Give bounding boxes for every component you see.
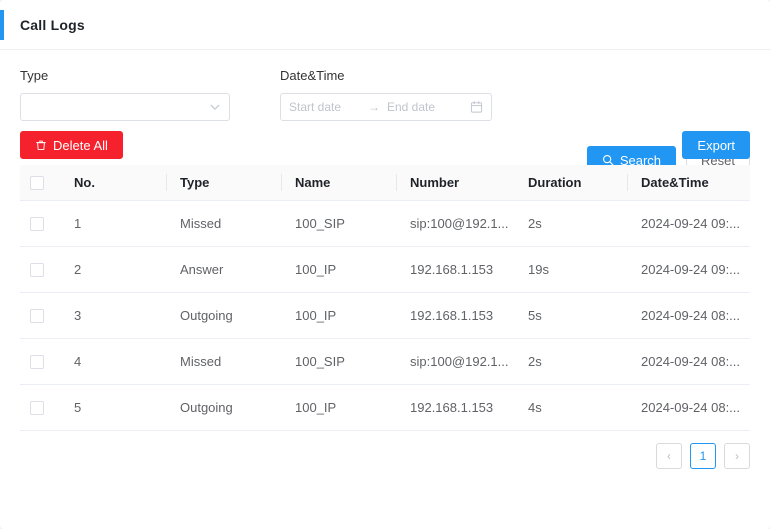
start-date-input[interactable] (289, 100, 361, 114)
page-header: Call Logs (0, 0, 770, 50)
pagination-page-1[interactable]: 1 (690, 442, 716, 469)
column-header-name[interactable]: Name (281, 165, 396, 201)
select-all-header (20, 165, 60, 201)
cell-no: 3 (60, 292, 166, 339)
delete-all-button-label: Delete All (53, 137, 108, 153)
cell-duration: 2s (514, 338, 627, 385)
column-header-duration[interactable]: Duration (514, 165, 627, 201)
cell-date-time: 2024-09-24 09:... (627, 200, 750, 247)
delete-all-button[interactable]: Delete All (20, 131, 123, 159)
cell-duration: 5s (514, 292, 627, 339)
table-header-row: No. Type Name Number Duration Date&Time (20, 165, 750, 201)
table-body: 1 Missed 100_SIP sip:100@192.1... 2s 202… (20, 200, 750, 431)
cell-number: 192.168.1.153 (396, 246, 514, 293)
table-row[interactable]: 1 Missed 100_SIP sip:100@192.1... 2s 202… (20, 200, 750, 247)
datetime-label: Date&Time (280, 68, 345, 83)
call-logs-page: Call Logs Type Date&Time → (0, 0, 770, 529)
row-checkbox-cell (20, 338, 60, 385)
cell-duration: 4s (514, 384, 627, 431)
select-all-checkbox[interactable] (30, 176, 44, 191)
call-logs-table-wrap: No. Type Name Number Duration Date&Time … (20, 165, 750, 431)
end-date-input[interactable] (387, 100, 459, 114)
row-checkbox[interactable] (30, 308, 44, 323)
column-header-type[interactable]: Type (166, 165, 281, 201)
cell-type: Outgoing (166, 292, 281, 339)
row-checkbox[interactable] (30, 262, 44, 277)
export-button[interactable]: Export (682, 131, 750, 159)
cell-date-time: 2024-09-24 08:... (627, 292, 750, 339)
header-accent-bar (0, 10, 4, 40)
cell-duration: 19s (514, 246, 627, 293)
cell-name: 100_SIP (281, 200, 396, 247)
cell-name: 100_IP (281, 246, 396, 293)
cell-name: 100_SIP (281, 338, 396, 385)
cell-number: sip:100@192.1... (396, 338, 514, 385)
cell-number: sip:100@192.1... (396, 200, 514, 247)
cell-name: 100_IP (281, 292, 396, 339)
cell-no: 2 (60, 246, 166, 293)
page-title: Call Logs (20, 16, 85, 33)
cell-type: Missed (166, 338, 281, 385)
row-checkbox-cell (20, 384, 60, 431)
row-checkbox-cell (20, 246, 60, 293)
column-header-no[interactable]: No. (60, 165, 166, 201)
table-head: No. Type Name Number Duration Date&Time (20, 165, 750, 201)
cell-duration: 2s (514, 200, 627, 247)
cell-name: 100_IP (281, 384, 396, 431)
cell-type: Missed (166, 200, 281, 247)
pagination-prev-button[interactable]: ‹ (656, 442, 682, 469)
cell-number: 192.168.1.153 (396, 292, 514, 339)
pagination-next-button[interactable]: › (724, 442, 750, 469)
cell-no: 5 (60, 384, 166, 431)
cell-number: 192.168.1.153 (396, 384, 514, 431)
datetime-filter-group: Date&Time → (280, 68, 492, 121)
calendar-icon (470, 100, 483, 114)
filter-bar: Type Date&Time → (0, 50, 770, 174)
table-row[interactable]: 4 Missed 100_SIP sip:100@192.1... 2s 202… (20, 338, 750, 385)
table-toolbar: Delete All Export (20, 125, 750, 165)
row-checkbox[interactable] (30, 216, 44, 231)
column-header-number[interactable]: Number (396, 165, 514, 201)
type-select[interactable] (20, 93, 230, 121)
cell-date-time: 2024-09-24 08:... (627, 384, 750, 431)
date-range-separator: → (368, 100, 380, 114)
cell-date-time: 2024-09-24 09:... (627, 246, 750, 293)
table-row[interactable]: 3 Outgoing 100_IP 192.168.1.153 5s 2024-… (20, 292, 750, 339)
column-header-date-time[interactable]: Date&Time (627, 165, 750, 201)
row-checkbox[interactable] (30, 400, 44, 415)
table-row[interactable]: 5 Outgoing 100_IP 192.168.1.153 4s 2024-… (20, 384, 750, 431)
pagination: ‹ 1 › (0, 442, 750, 469)
cell-type: Outgoing (166, 384, 281, 431)
call-logs-table: No. Type Name Number Duration Date&Time … (20, 165, 750, 431)
cell-type: Answer (166, 246, 281, 293)
datetime-range-picker[interactable]: → (280, 93, 492, 121)
row-checkbox-cell (20, 200, 60, 247)
type-label: Type (20, 68, 49, 83)
row-checkbox-cell (20, 292, 60, 339)
type-filter-group: Type (20, 68, 230, 121)
cell-date-time: 2024-09-24 08:... (627, 338, 750, 385)
cell-no: 1 (60, 200, 166, 247)
chevron-down-icon (209, 101, 221, 113)
table-row[interactable]: 2 Answer 100_IP 192.168.1.153 19s 2024-0… (20, 246, 750, 293)
trash-icon (35, 139, 47, 151)
row-checkbox[interactable] (30, 354, 44, 369)
cell-no: 4 (60, 338, 166, 385)
export-button-label: Export (697, 137, 735, 153)
